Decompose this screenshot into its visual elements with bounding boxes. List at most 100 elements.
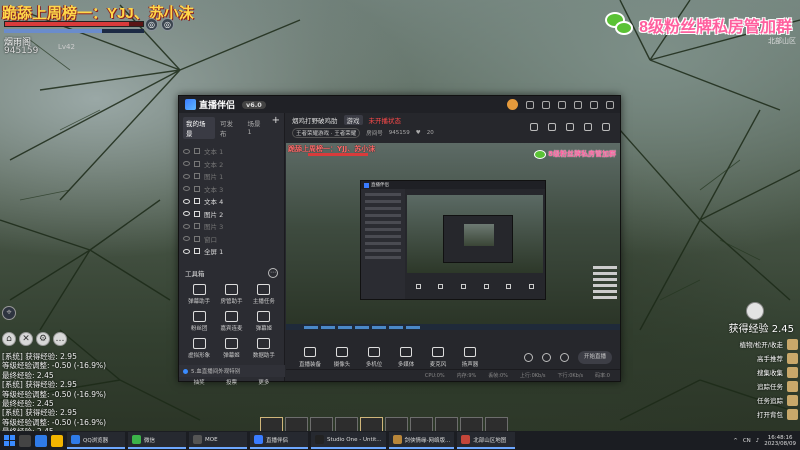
- input-language[interactable]: CN: [743, 438, 751, 444]
- control-speaker[interactable]: 扬声器: [454, 347, 486, 368]
- tool-label: 抽奖: [193, 379, 205, 386]
- tool-icon: [192, 310, 206, 322]
- tray-arrow-icon[interactable]: ^: [733, 438, 738, 444]
- tool-label: 更多: [258, 379, 270, 386]
- control-media[interactable]: 多媒体: [390, 347, 422, 368]
- message-icon[interactable]: [526, 100, 534, 109]
- eye-icon[interactable]: [183, 211, 190, 217]
- right-menu-item[interactable]: 高手推荐: [708, 351, 798, 365]
- tab-publishable[interactable]: 可发布: [217, 117, 242, 139]
- taskbar-app[interactable]: QQ浏览器: [67, 432, 125, 449]
- room-id-label: 房间号: [366, 131, 383, 137]
- tab-my-scenes[interactable]: 我的场景: [183, 117, 215, 139]
- scene-source-name: 文本 4: [204, 198, 224, 207]
- scene-source-item[interactable]: 窗口: [183, 233, 280, 246]
- toolbox-item[interactable]: 粉丝团: [183, 310, 215, 332]
- taskbar-app[interactable]: 微信: [128, 432, 186, 449]
- room-title[interactable]: 烟鸡打野破鸡肋: [292, 115, 338, 125]
- buff-icon[interactable]: ◎: [145, 18, 158, 31]
- tool-label: 房管助手: [220, 298, 243, 305]
- settings-icon[interactable]: [542, 100, 550, 109]
- explorer-icon[interactable]: [51, 434, 63, 447]
- scene-source-item[interactable]: 文本 1: [183, 145, 280, 158]
- eye-icon[interactable]: [183, 173, 190, 179]
- taskbar-app[interactable]: 北部山区地图: [457, 432, 516, 449]
- control-microphone[interactable]: 麦克风: [422, 347, 454, 368]
- search-icon[interactable]: [19, 434, 31, 447]
- eye-icon[interactable]: [183, 236, 190, 242]
- menu-icon[interactable]: [558, 100, 566, 109]
- toolbox-item[interactable]: 数据助手: [248, 337, 280, 359]
- fan-group-banner: 8级粉丝牌私房管加群: [605, 12, 792, 38]
- taskbar-app[interactable]: 剑侠情缘-网络版...: [388, 432, 455, 449]
- windows-start-button[interactable]: [4, 435, 15, 446]
- scene-source-item[interactable]: 图片 3: [183, 220, 280, 233]
- scene-source-item[interactable]: 图片 2: [183, 208, 280, 221]
- right-menu-item[interactable]: 追踪任务: [708, 379, 798, 393]
- eye-icon[interactable]: [183, 223, 190, 229]
- toolbox-item[interactable]: 虚拟形象: [183, 337, 215, 359]
- right-menu-item[interactable]: 搜集收集: [708, 365, 798, 379]
- share-icon[interactable]: [566, 123, 574, 131]
- scene-source-item[interactable]: 文本 3: [183, 183, 280, 196]
- settings-icon[interactable]: ⚙: [36, 332, 50, 346]
- right-action-button[interactable]: [746, 302, 764, 320]
- location-icon[interactable]: ⌖: [2, 306, 16, 320]
- add-scene-icon[interactable]: +: [272, 116, 280, 139]
- taskbar-app[interactable]: 直播伴侣: [250, 432, 308, 449]
- more-tools-icon[interactable]: ⋯: [268, 267, 278, 278]
- minimize-icon[interactable]: [574, 100, 582, 109]
- control-label: 扬声器: [461, 362, 479, 368]
- scene-source-item[interactable]: 全屏 1: [183, 245, 280, 258]
- maximize-icon[interactable]: [590, 100, 598, 109]
- link-icon[interactable]: [602, 123, 610, 131]
- control-devices[interactable]: 直播装备: [294, 347, 326, 368]
- scene-source-item[interactable]: 文本 4: [183, 195, 280, 208]
- player-hp-fill: [5, 22, 130, 26]
- cancel-icon[interactable]: ✕: [19, 332, 33, 346]
- toolbox-item[interactable]: 主播任务: [248, 283, 280, 305]
- right-menu-item[interactable]: 植物/松开/收走: [708, 337, 798, 351]
- team-icon[interactable]: ◎: [161, 18, 174, 31]
- taskbar-clock[interactable]: 16:48:16 2023/08/09: [764, 435, 796, 447]
- chart-icon[interactable]: [548, 123, 556, 131]
- toolbox-item[interactable]: 弹幕姬: [248, 310, 280, 332]
- gift-icon[interactable]: [530, 123, 538, 131]
- eye-icon[interactable]: [183, 161, 190, 167]
- tool-label: 嘉宾连麦: [220, 325, 243, 332]
- taskbar-app[interactable]: Studio One - Untit...: [311, 432, 386, 449]
- tab-scene-1[interactable]: 场景 1: [244, 117, 269, 139]
- eye-icon[interactable]: [183, 248, 190, 254]
- volume-icon[interactable]: ♪: [756, 438, 760, 444]
- toolbox-item[interactable]: 嘉宾连麦: [215, 310, 247, 332]
- close-icon[interactable]: [606, 100, 614, 109]
- start-live-button[interactable]: 开始直播: [578, 351, 612, 364]
- settings-icon[interactable]: [542, 353, 551, 362]
- sidebar-notice[interactable]: 5.血直播间外观特别: [179, 365, 285, 377]
- scene-source-item[interactable]: 图片 1: [183, 170, 280, 183]
- home-icon[interactable]: ⌂: [2, 332, 16, 346]
- edge-icon[interactable]: [35, 434, 47, 447]
- eye-icon[interactable]: [183, 198, 190, 204]
- toolbox-item[interactable]: 弹幕助手: [183, 283, 215, 305]
- stream-preview[interactable]: 跪舔上周榜一：YJJ、苏小沫 8级粉丝牌私房管加群 直播伴侣: [286, 143, 620, 330]
- eye-icon[interactable]: [183, 186, 190, 192]
- scene-source-item[interactable]: 文本 2: [183, 158, 280, 171]
- room-category[interactable]: 王者荣耀游戏 · 王者荣耀: [292, 128, 361, 138]
- record-icon[interactable]: [524, 353, 533, 362]
- control-camera[interactable]: 摄像头: [326, 347, 358, 368]
- right-menu-item[interactable]: 打开背包: [708, 407, 798, 421]
- more-icon[interactable]: …: [53, 332, 67, 346]
- control-multi-camera[interactable]: 多机位: [358, 347, 390, 368]
- avatar[interactable]: [507, 99, 518, 110]
- toolbox-item[interactable]: 房管助手: [215, 283, 247, 305]
- eye-icon[interactable]: [183, 148, 190, 154]
- room-tag[interactable]: 游戏: [343, 115, 363, 125]
- bell-icon[interactable]: [584, 123, 592, 131]
- toolbox-item[interactable]: 弹幕姬: [215, 337, 247, 359]
- right-menu-item[interactable]: 任务追踪: [708, 393, 798, 407]
- app-icon: [132, 435, 141, 444]
- clip-icon[interactable]: [560, 353, 569, 362]
- game-quick-buttons: ⌖: [2, 306, 16, 320]
- taskbar-app[interactable]: MOE: [189, 432, 247, 449]
